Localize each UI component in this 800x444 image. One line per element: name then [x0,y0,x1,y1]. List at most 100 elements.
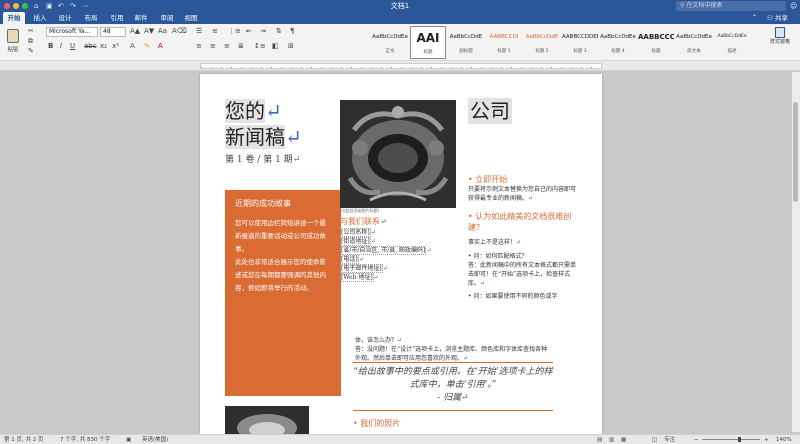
justify-icon[interactable]: ≣ [238,42,244,51]
grow-font-icon[interactable]: A▲ [130,27,140,36]
proofing-icon[interactable]: ▣ [126,435,131,444]
align-left-icon[interactable]: ≡ [196,42,202,51]
zoom-out-icon[interactable]: − [694,435,699,444]
zoom-in-icon[interactable]: + [764,435,769,444]
section-heading-photos[interactable]: • 我们的照片 [353,418,400,429]
style-heading-2[interactable]: AaBbCcDdE 标题 2 [524,26,560,59]
style-sample: AaBbCcDdEe [372,34,408,40]
style-sample: AABBCCDDEE [562,34,598,40]
style-caption[interactable]: AaBbCcDdEe 描述 [714,26,750,59]
baroque-ornament-image [340,100,456,208]
word-count[interactable]: 7 个字, 共 830 个字 [60,435,110,444]
ornament-photo[interactable] [340,100,456,208]
outline-view-icon[interactable]: ▦ [621,435,626,444]
style-heading-4[interactable]: AaBbCcDdEe 标题 4 [600,26,636,59]
format-painter-icon[interactable]: ✎ [28,47,34,56]
issue-text: 第 1 卷 / 第 1 期 [225,155,293,165]
style-name: 标题 1 [497,49,511,54]
superscript-icon[interactable]: x² [112,42,119,51]
zoom-level[interactable]: 140% [776,435,792,444]
zoom-slider-knob[interactable] [738,437,741,442]
document-page[interactable]: 您的↵ 新闻稿↵ 第 1 卷 / 第 1 期↵ 公司 近期的成功故事 您可以使用… [200,74,602,434]
subscript-icon[interactable]: x₂ [100,42,107,51]
underline-icon[interactable]: U [70,42,75,51]
clear-formatting-icon[interactable]: A⌫ [172,27,187,36]
tab-mailings[interactable]: 邮件 [131,12,151,24]
tab-insert[interactable]: 插入 [30,12,50,24]
bottom-photo[interactable] [225,406,309,434]
style-title-alt[interactable]: AABBCCC 标题 [638,26,674,59]
decrease-indent-icon[interactable]: ⇤ [246,27,252,36]
right-column[interactable]: • 立即开始 只要将示例文本替换为您自己的内容即可获得最专业的新闻稿。↵ • 认… [468,174,580,301]
pull-quote-attribution: - 归属 [437,393,462,403]
font-color-icon[interactable]: A [158,42,163,51]
styles-pane-button[interactable]: 样式窗格 [763,27,797,58]
increase-indent-icon[interactable]: ⇥ [260,27,266,36]
style-name: 标题 3 [573,49,587,54]
borders-icon[interactable]: ⊞ [288,42,294,51]
horizontal-ruler[interactable] [0,61,800,71]
paragraph-mark-icon: ↵ [397,337,403,344]
font-name-select[interactable]: Microsoft Ya... [46,27,98,37]
numbering-icon[interactable]: ≡ [212,27,218,36]
style-body-text[interactable]: AaBbCcDdEe 段文本 [676,26,712,59]
align-center-icon[interactable]: ≡ [210,42,216,51]
shrink-font-icon[interactable]: A▼ [144,27,154,36]
style-name: 描述 [727,49,737,54]
strikethrough-icon[interactable]: abc [84,42,97,51]
success-story-sidebar[interactable]: 近期的成功故事 您可以使用边栏简短讲述一个最新报道的重要话动或公司成功故事。 此… [225,190,341,396]
tab-review[interactable]: 审阅 [157,12,177,24]
company-name[interactable]: 公司 [468,98,512,124]
page-count[interactable]: 第 1 页, 共 2 页 [4,435,44,444]
photo-caption[interactable]: [在此处添加图片标题] [340,208,379,214]
search-input[interactable]: ⚲ 在文档中搜索 [676,1,786,11]
tab-references[interactable]: 引用 [107,12,127,24]
paste-button[interactable]: 粘贴 [3,27,23,57]
align-right-icon[interactable]: ≡ [224,42,230,51]
scrollbar-thumb[interactable] [793,102,798,202]
sidebar-heading: 近期的成功故事 [235,199,291,208]
issue-line[interactable]: 第 1 卷 / 第 1 期↵ [225,152,300,165]
tab-view[interactable]: 视图 [181,12,201,24]
focus-mode[interactable]: 专注 [664,435,675,444]
print-layout-icon[interactable]: ▤ [597,435,602,444]
cut-icon[interactable]: ✂ [28,27,34,36]
contact-block[interactable]: 与我们联系↵ [公司名称]↵ [街道地址]↵ [省/市/自治区, 市/县, 邮政… [340,216,470,282]
zoom-slider[interactable] [702,437,760,442]
vertical-scrollbar[interactable] [792,72,800,432]
contact-city: [省/市/自治区, 市/县, 邮政编码] [340,246,427,255]
multilevel-list-icon[interactable]: ⋮≡ [228,27,241,36]
style-heading-1[interactable]: AABBCCDI 标题 1 [486,26,522,59]
change-case-icon[interactable]: Aa [158,27,167,36]
style-heading-3[interactable]: AABBCCDDEE 标题 3 [562,26,598,59]
tab-layout[interactable]: 布局 [81,12,101,24]
focus-icon[interactable]: ◫ [652,435,657,444]
text-effects-icon[interactable]: A [130,42,135,51]
style-subtitle[interactable]: AaBbCcDdE 副标题 [448,26,484,59]
web-layout-icon[interactable]: ▥ [609,435,614,444]
sort-icon[interactable]: ⇅ [276,27,282,36]
style-name: 标题 [651,49,661,54]
highlight-icon[interactable]: ✎ [144,42,150,51]
style-sample: AaBbCcDdE [449,34,483,40]
line-spacing-icon[interactable]: ↕≡ [254,42,266,51]
collapse-ribbon-icon[interactable]: ⌃ [752,12,757,24]
user-icon[interactable]: ☺ [790,1,797,11]
newsletter-title[interactable]: 您的↵ 新闻稿↵ [225,98,305,150]
font-size-select[interactable]: 48 [100,27,126,37]
shading-icon[interactable]: ◧ [272,42,279,51]
copy-icon[interactable]: ⧉ [28,37,33,46]
tab-design[interactable]: 设计 [55,12,75,24]
italic-icon[interactable]: I [60,42,62,51]
bullets-icon[interactable]: ☰ [196,27,202,36]
share-button[interactable]: ⚇ 共享 [767,12,788,24]
style-normal[interactable]: AaBbCcDdEe 正文 [372,26,408,59]
language[interactable]: 英语(美国) [142,435,168,444]
tab-home[interactable]: 开始 [3,12,25,24]
bold-icon[interactable]: B [48,42,53,51]
answer-2[interactable]: 体，该怎么办？↵ 答：没问题！在“设计”选项卡上，浏览主题库、颜色库和字体库查找… [355,336,551,363]
style-title[interactable]: AAI 标题 [410,26,446,59]
show-marks-icon[interactable]: ¶ [290,27,294,36]
pull-quote[interactable]: “给出故事中的要点或引用。在‘开始’选项卡上的样式库中，单击‘引用’。” - 归… [353,366,553,405]
pull-quote-text: “给出故事中的要点或引用。在‘开始’选项卡上的样式库中，单击‘引用’。” [353,367,553,390]
